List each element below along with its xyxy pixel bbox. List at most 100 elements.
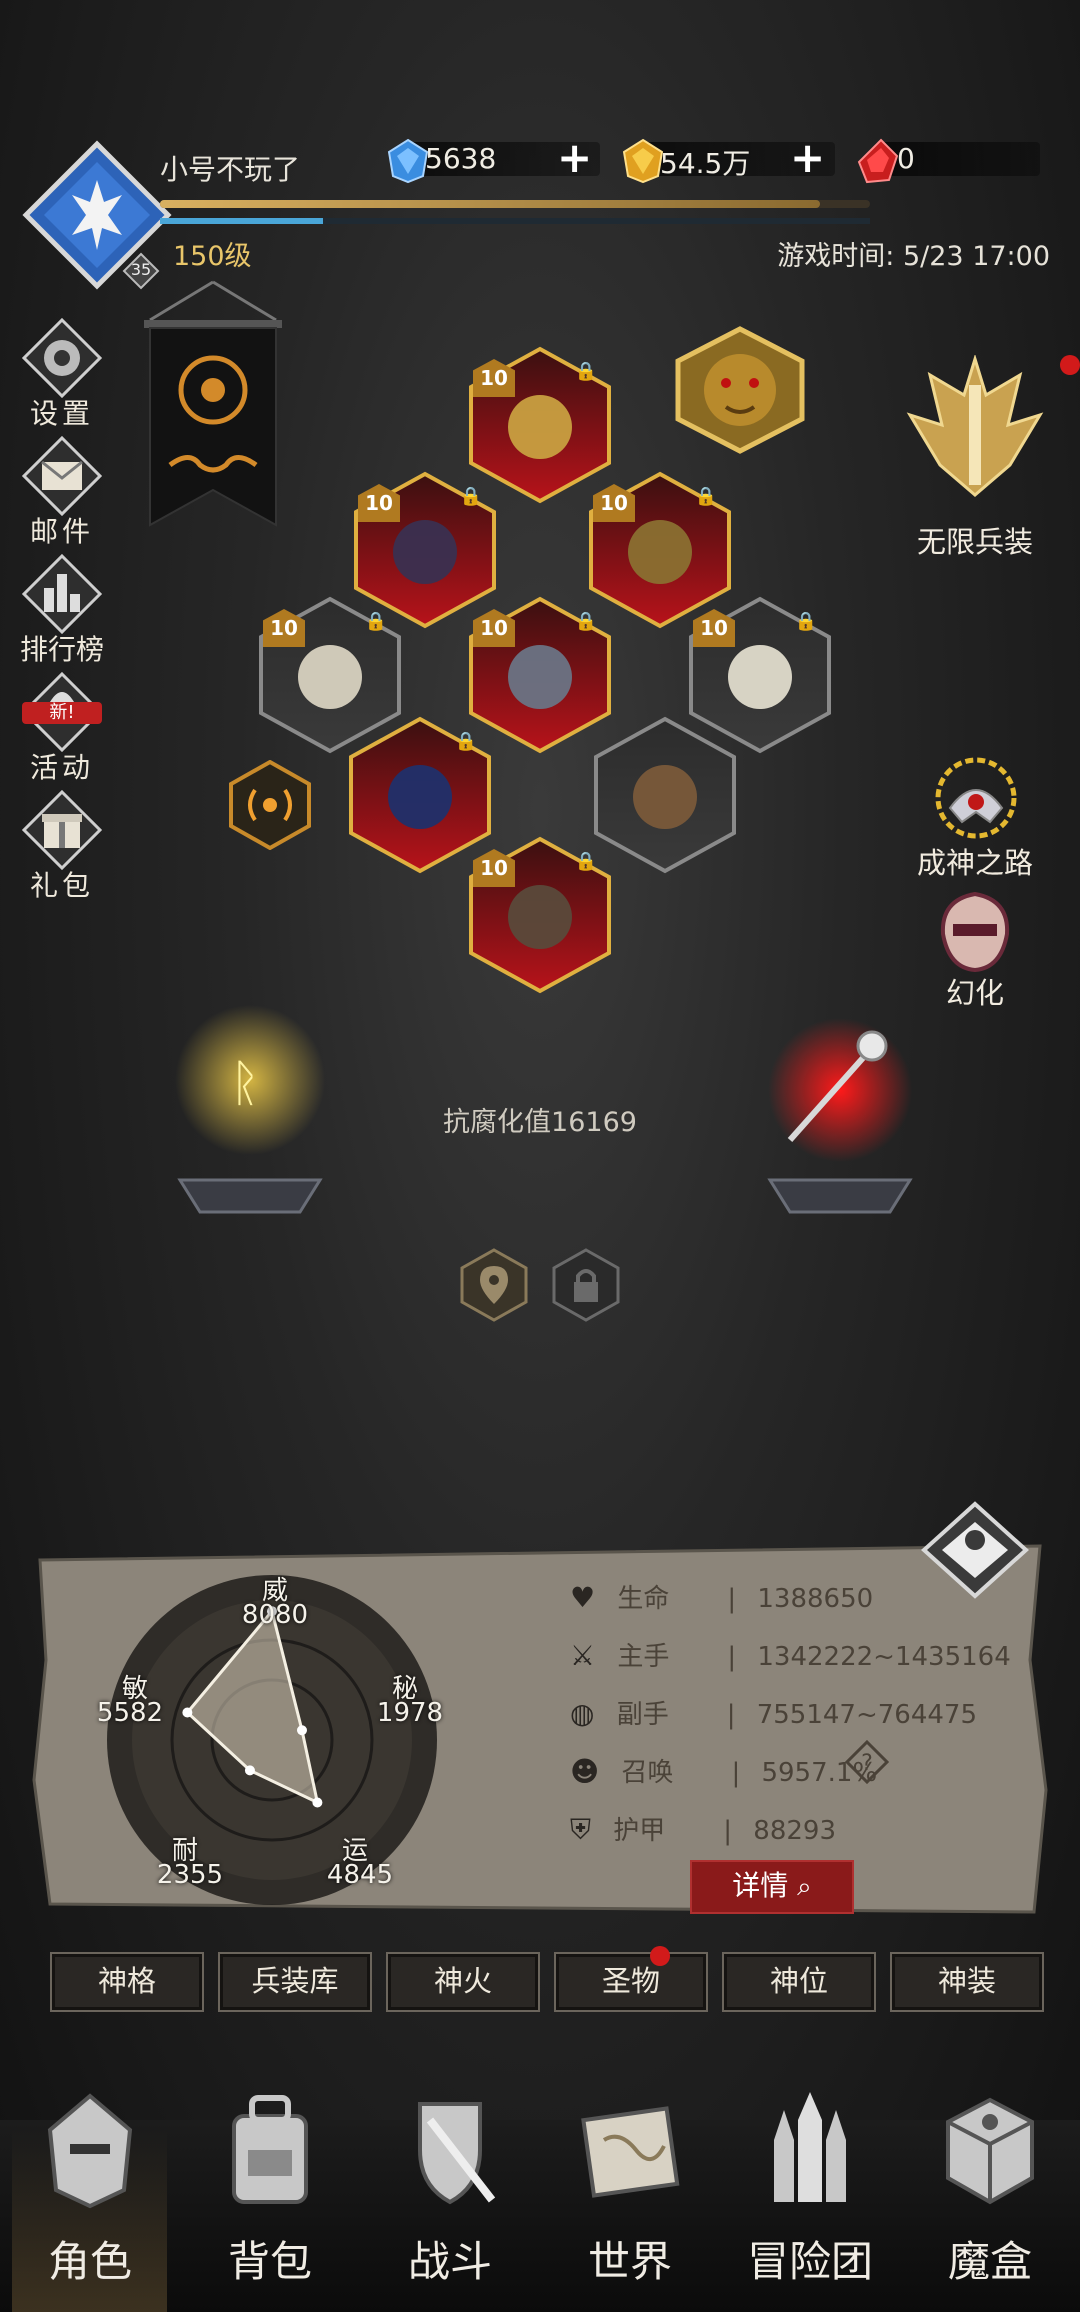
- avatar-badge-text: 35: [130, 260, 152, 279]
- notification-dot: [1060, 355, 1080, 375]
- gift-icon: [22, 790, 102, 870]
- tab-armory[interactable]: 兵装库: [218, 1952, 372, 2012]
- mail-label: 邮件: [29, 515, 94, 548]
- stat-label: 生命: [617, 1584, 670, 1614]
- stat-value: 88293: [753, 1816, 836, 1846]
- signal-icon: [229, 759, 311, 851]
- ranking-button[interactable]: 排行榜: [12, 554, 112, 666]
- lion-crest-button[interactable]: [670, 325, 810, 455]
- currency-gold-gem: 54.5万 +: [620, 137, 835, 184]
- lock-icon: [552, 1248, 620, 1322]
- activity-button[interactable]: 新! 活动: [12, 672, 112, 784]
- nav-battle[interactable]: 战斗: [360, 2090, 540, 2312]
- radar-point-4: [182, 1707, 193, 1718]
- infinite-armory-button[interactable]: 无限兵装: [880, 355, 1080, 565]
- sword-icon: ⚔: [570, 1639, 596, 1672]
- details-button[interactable]: 详情 ⌕: [690, 1860, 854, 1914]
- add-blue-gem-button[interactable]: +: [557, 137, 592, 179]
- radar-value-mi: 1978: [376, 1698, 444, 1728]
- armor-icon: ⛨: [570, 1813, 592, 1846]
- location-pin-icon: [460, 1248, 528, 1322]
- ranking-label: 排行榜: [19, 633, 104, 666]
- svg-text:?: ?: [861, 1751, 873, 1776]
- signal-button[interactable]: [225, 759, 315, 851]
- scepter-icon: [767, 1018, 913, 1214]
- lock-icon: 🔒: [454, 731, 477, 752]
- radar-value-min: 5582: [96, 1698, 164, 1728]
- map-scroll-icon: [581, 2106, 680, 2198]
- add-gold-gem-button[interactable]: +: [790, 137, 825, 179]
- infinite-armory-label: 无限兵装: [916, 525, 1033, 559]
- exp-bar-fill: [160, 200, 821, 208]
- backpack-icon: [232, 2095, 308, 2204]
- mail-button[interactable]: 邮件: [12, 436, 112, 548]
- stat-value: 1342222~1435164: [757, 1642, 1011, 1672]
- tab-relic[interactable]: 圣物: [554, 1952, 708, 2012]
- nav-backpack-label: 背包: [227, 2237, 312, 2286]
- stat-value: 755147~764475: [756, 1700, 977, 1730]
- game-time: 游戏时间: 5/23 17:00: [777, 241, 1050, 272]
- blue-gem-value: 5638: [425, 142, 497, 175]
- nav-adventure-team[interactable]: 冒险团: [720, 2090, 900, 2312]
- radar-value-nai: 2355: [156, 1860, 224, 1890]
- castle-icon: [774, 2092, 846, 2202]
- settings-button[interactable]: 设置: [12, 318, 112, 430]
- radar-point-1: [296, 1725, 307, 1736]
- lock-icon: 🔒: [794, 611, 817, 632]
- gear-icon: [22, 318, 102, 398]
- details-label: 详情: [732, 1869, 789, 1902]
- radar-point-2: [312, 1797, 323, 1808]
- left-relic-pedestal[interactable]: ᚱ: [170, 990, 330, 1215]
- nav-world[interactable]: 世界: [540, 2090, 720, 2312]
- tab-divine-rank[interactable]: 神位: [722, 1952, 876, 2012]
- lock-icon: 🔒: [574, 611, 597, 632]
- nav-character-label: 角色: [47, 2237, 132, 2286]
- lock-icon: 🔒: [694, 486, 717, 507]
- nav-character[interactable]: 角色: [0, 2090, 180, 2312]
- corruption-resist-value: 抗腐化值16169: [443, 1107, 637, 1138]
- location-button[interactable]: [460, 1248, 528, 1322]
- godhood-path-label: 成神之路: [916, 846, 1033, 880]
- activity-label: 活动: [29, 751, 94, 784]
- magnifier-icon: ⌕: [797, 1872, 812, 1902]
- transform-label: 幻化: [945, 976, 1004, 1010]
- player-avatar[interactable]: 35: [22, 140, 172, 290]
- stats-toggle-button[interactable]: [920, 1500, 1030, 1610]
- tab-divine-gear[interactable]: 神装: [890, 1952, 1044, 2012]
- gift-button[interactable]: 礼包: [12, 790, 112, 902]
- red-gem-icon: [857, 138, 899, 184]
- stat-row-armor: ⛨ 护甲 | 88293: [570, 1810, 836, 1847]
- radar-point-3: [244, 1765, 255, 1776]
- red-gem-value: 0: [897, 142, 915, 175]
- relic-notification-dot: [650, 1946, 670, 1966]
- stat-label: 护甲: [613, 1816, 666, 1846]
- transform-button[interactable]: 幻化: [895, 890, 1055, 1010]
- currency-red-gem: 0: [855, 138, 1040, 184]
- stat-row-hp: ♥ 生命 | 1388650: [570, 1578, 873, 1615]
- stat-row-summon: ☻ 召唤 | 5957.1%: [570, 1752, 877, 1789]
- stat-row-main-hand: ⚔ 主手 | 1342222~1435164: [570, 1636, 1011, 1673]
- currency-blue-gem: 5638 +: [385, 137, 600, 184]
- guild-banner[interactable]: [140, 280, 286, 535]
- locked-slot-button[interactable]: [552, 1248, 620, 1322]
- stat-row-off-hand: ◍ 副手 | 755147~764475: [570, 1694, 977, 1731]
- right-relic-pedestal[interactable]: [760, 1010, 920, 1215]
- gift-label: 礼包: [29, 869, 94, 902]
- tab-godhood[interactable]: 神格: [50, 1952, 204, 2012]
- nav-magic-box[interactable]: 魔盒: [900, 2090, 1080, 2312]
- nav-battle-label: 战斗: [407, 2237, 492, 2286]
- settings-label: 设置: [29, 397, 94, 430]
- sword-shield-icon: [418, 2102, 496, 2205]
- heart-icon: ♥: [570, 1581, 596, 1614]
- nav-backpack[interactable]: 背包: [180, 2090, 360, 2312]
- godhood-path-button[interactable]: 成神之路: [890, 752, 1060, 882]
- energy-bar-fill: [160, 218, 324, 224]
- stats-panel: 威 8080 秘 1978 运 4845 耐 2355 敏 5582 ♥ 生命 |…: [30, 1540, 1050, 1920]
- summon-help-button[interactable]: ?: [844, 1739, 890, 1785]
- stat-label: 召唤: [621, 1758, 674, 1788]
- infinite-armory-icon: [906, 355, 1044, 497]
- magic-box-icon: [946, 2097, 1034, 2205]
- radar-value-wei: 8080: [241, 1600, 309, 1630]
- tab-divine-fire[interactable]: 神火: [386, 1952, 540, 2012]
- equipment-slot-boots[interactable]: 10 🔒: [465, 835, 615, 995]
